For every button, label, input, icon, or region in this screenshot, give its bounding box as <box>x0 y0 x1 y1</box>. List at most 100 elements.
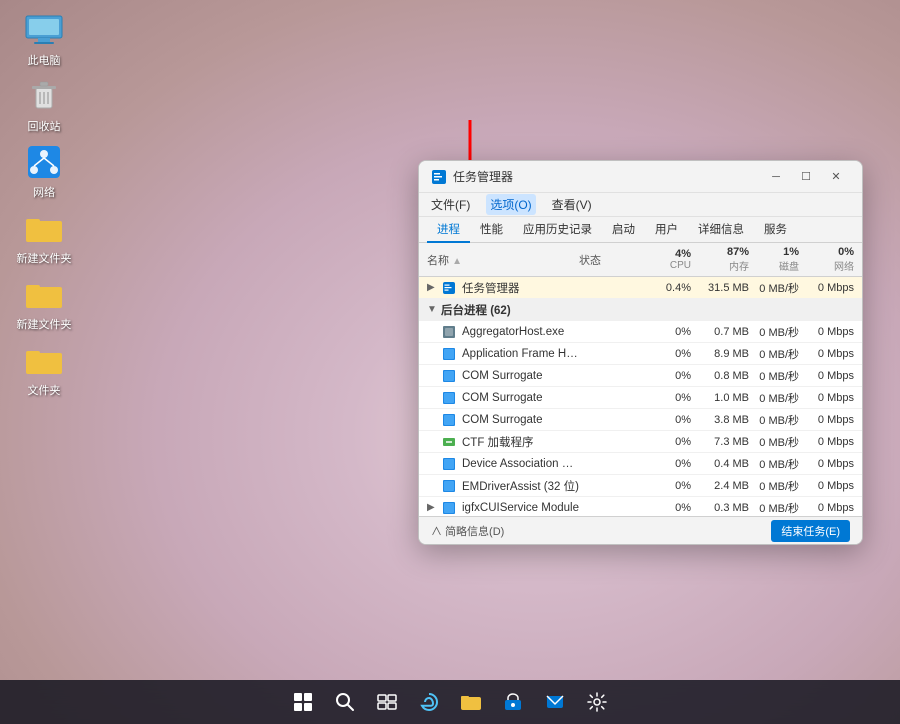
windows-logo-icon <box>294 693 312 711</box>
desktop-icon-network[interactable]: 网络 <box>12 142 76 200</box>
mem-label: 内存 <box>691 258 749 273</box>
settings-icon <box>587 692 607 712</box>
table-row[interactable]: COM Surrogate 0% 0.8 MB 0 MB/秒 0 Mbps <box>419 365 862 387</box>
store-icon <box>503 692 523 712</box>
tab-processes[interactable]: 进程 <box>427 217 470 243</box>
process-net-taskmanager: 0 Mbps <box>799 282 854 294</box>
expand-icon-taskmanager[interactable]: ▶ <box>427 282 441 293</box>
section-header-background: ▼ 后台进程 (62) <box>419 299 862 321</box>
process-name: AggregatorHost.exe <box>462 326 579 338</box>
process-name-em: EMDriverAssist (32 位) <box>462 478 579 494</box>
table-row[interactable]: ▶ igfxCUIService Module 0% 0.3 MB 0 MB/秒… <box>419 497 862 516</box>
process-cpu-taskmanager: 0.4% <box>639 282 691 294</box>
table-header: 名称 ▲ 状态 4% CPU 87% 内存 1% 磁盘 0% 网络 <box>419 243 862 277</box>
col-header-status[interactable]: 状态 <box>579 252 639 268</box>
process-icon-taskmanager <box>441 280 457 296</box>
process-name-com1: COM Surrogate <box>462 370 579 382</box>
taskview-icon <box>377 692 397 712</box>
process-name-taskmanager: 任务管理器 <box>462 280 579 296</box>
tab-users[interactable]: 用户 <box>645 217 688 243</box>
process-list[interactable]: ▶ 任务管理器 0.4% 31.5 MB 0 MB/秒 0 Mbps <box>419 277 862 516</box>
taskbar-taskview-button[interactable] <box>369 684 405 720</box>
table-row[interactable]: AggregatorHost.exe 0% 0.7 MB 0 MB/秒 0 Mb… <box>419 321 862 343</box>
minimize-button[interactable]: ─ <box>762 166 790 188</box>
col-header-name[interactable]: 名称 ▲ <box>427 252 579 268</box>
desktop-icon-folder3[interactable]: 文件夹 <box>12 340 76 398</box>
disk-label: 磁盘 <box>749 258 799 273</box>
status-bar-text[interactable]: ∧ 简略信息(D) <box>431 523 771 539</box>
net-pct: 0% <box>799 246 854 258</box>
taskbar-start-button[interactable] <box>285 684 321 720</box>
desktop-icon-network-label: 网络 <box>33 184 55 200</box>
search-icon <box>335 692 355 712</box>
process-row-taskmanager[interactable]: ▶ 任务管理器 0.4% 31.5 MB 0 MB/秒 0 Mbps <box>419 277 862 299</box>
menu-options[interactable]: 选项(O) <box>486 194 535 215</box>
maximize-button[interactable]: ☐ <box>792 166 820 188</box>
process-disk-taskmanager: 0 MB/秒 <box>749 280 799 296</box>
desktop-icon-folder1[interactable]: 新建文件夹 <box>12 208 76 266</box>
table-row[interactable]: Application Frame Host 0% 8.9 MB 0 MB/秒 … <box>419 343 862 365</box>
tab-details[interactable]: 详细信息 <box>688 217 754 243</box>
col-header-mem[interactable]: 87% 内存 <box>691 246 749 273</box>
title-bar: 任务管理器 ─ ☐ ✕ <box>419 161 862 193</box>
status-bar: ∧ 简略信息(D) 结束任务(E) <box>419 516 862 544</box>
taskbar <box>0 680 900 724</box>
process-mem-taskmanager: 31.5 MB <box>691 282 749 294</box>
desktop-icon-mypc-label: 此电脑 <box>28 52 61 68</box>
net-label: 网络 <box>799 258 854 273</box>
table-row[interactable]: Device Association Framewo... 0% 0.4 MB … <box>419 453 862 475</box>
taskbar-mail-button[interactable] <box>537 684 573 720</box>
taskbar-explorer-button[interactable] <box>453 684 489 720</box>
task-manager-icon <box>431 169 447 185</box>
desktop-icon-folder3-label: 文件夹 <box>28 382 61 398</box>
taskbar-store-button[interactable] <box>495 684 531 720</box>
col-header-cpu[interactable]: 4% CPU <box>639 248 691 271</box>
tab-history[interactable]: 应用历史记录 <box>513 217 602 243</box>
title-bar-controls: ─ ☐ ✕ <box>762 166 850 188</box>
col-header-net[interactable]: 0% 网络 <box>799 246 854 273</box>
table-row[interactable]: EMDriverAssist (32 位) 0% 2.4 MB 0 MB/秒 0… <box>419 475 862 497</box>
process-name-com2: COM Surrogate <box>462 392 579 404</box>
taskbar-edge-button[interactable] <box>411 684 447 720</box>
desktop-icon-recycle[interactable]: 回收站 <box>12 76 76 134</box>
close-button[interactable]: ✕ <box>822 166 850 188</box>
task-manager-window: 任务管理器 ─ ☐ ✕ 文件(F) 选项(O) 查看(V) 进程 性能 应用历史… <box>418 160 863 545</box>
process-name-com3: COM Surrogate <box>462 414 579 426</box>
desktop-icon-folder2-label: 新建文件夹 <box>17 316 72 332</box>
menu-view[interactable]: 查看(V) <box>548 194 596 215</box>
desktop-icon-folder1-label: 新建文件夹 <box>17 250 72 266</box>
mail-icon <box>545 692 565 712</box>
tab-startup[interactable]: 启动 <box>602 217 645 243</box>
process-name-device: Device Association Framewo... <box>462 458 579 470</box>
cpu-pct: 4% <box>639 248 691 260</box>
end-task-button[interactable]: 结束任务(E) <box>771 520 850 542</box>
table-row[interactable]: COM Surrogate 0% 1.0 MB 0 MB/秒 0 Mbps <box>419 387 862 409</box>
disk-pct: 1% <box>749 246 799 258</box>
menu-bar: 文件(F) 选项(O) 查看(V) <box>419 193 862 217</box>
mem-pct: 87% <box>691 246 749 258</box>
table-row[interactable]: CTF 加载程序 0% 7.3 MB 0 MB/秒 0 Mbps <box>419 431 862 453</box>
col-header-disk[interactable]: 1% 磁盘 <box>749 246 799 273</box>
tab-performance[interactable]: 性能 <box>470 217 513 243</box>
desktop-icons: 此电脑 回收站 <box>12 10 76 398</box>
section-background-label: 后台进程 (62) <box>441 302 854 318</box>
desktop-icon-recycle-label: 回收站 <box>28 118 61 134</box>
table-row[interactable]: COM Surrogate 0% 3.8 MB 0 MB/秒 0 Mbps <box>419 409 862 431</box>
taskbar-search-button[interactable] <box>327 684 363 720</box>
col-name-label: 名称 <box>427 255 449 267</box>
process-name-igfx1: igfxCUIService Module <box>462 502 579 514</box>
desktop: 此电脑 回收站 <box>0 0 900 724</box>
cpu-label: CPU <box>639 260 691 271</box>
menu-file[interactable]: 文件(F) <box>427 194 474 215</box>
tab-services[interactable]: 服务 <box>754 217 797 243</box>
edge-icon <box>419 692 439 712</box>
title-bar-text: 任务管理器 <box>453 168 762 185</box>
desktop-icon-folder2[interactable]: 新建文件夹 <box>12 274 76 332</box>
desktop-icon-mypc[interactable]: 此电脑 <box>12 10 76 68</box>
taskbar-settings-button[interactable] <box>579 684 615 720</box>
tab-bar: 进程 性能 应用历史记录 启动 用户 详细信息 服务 <box>419 217 862 243</box>
explorer-icon <box>460 692 482 712</box>
process-name: Application Frame Host <box>462 348 579 360</box>
process-name-ctf: CTF 加载程序 <box>462 434 579 450</box>
col-status-label: 状态 <box>579 255 601 267</box>
